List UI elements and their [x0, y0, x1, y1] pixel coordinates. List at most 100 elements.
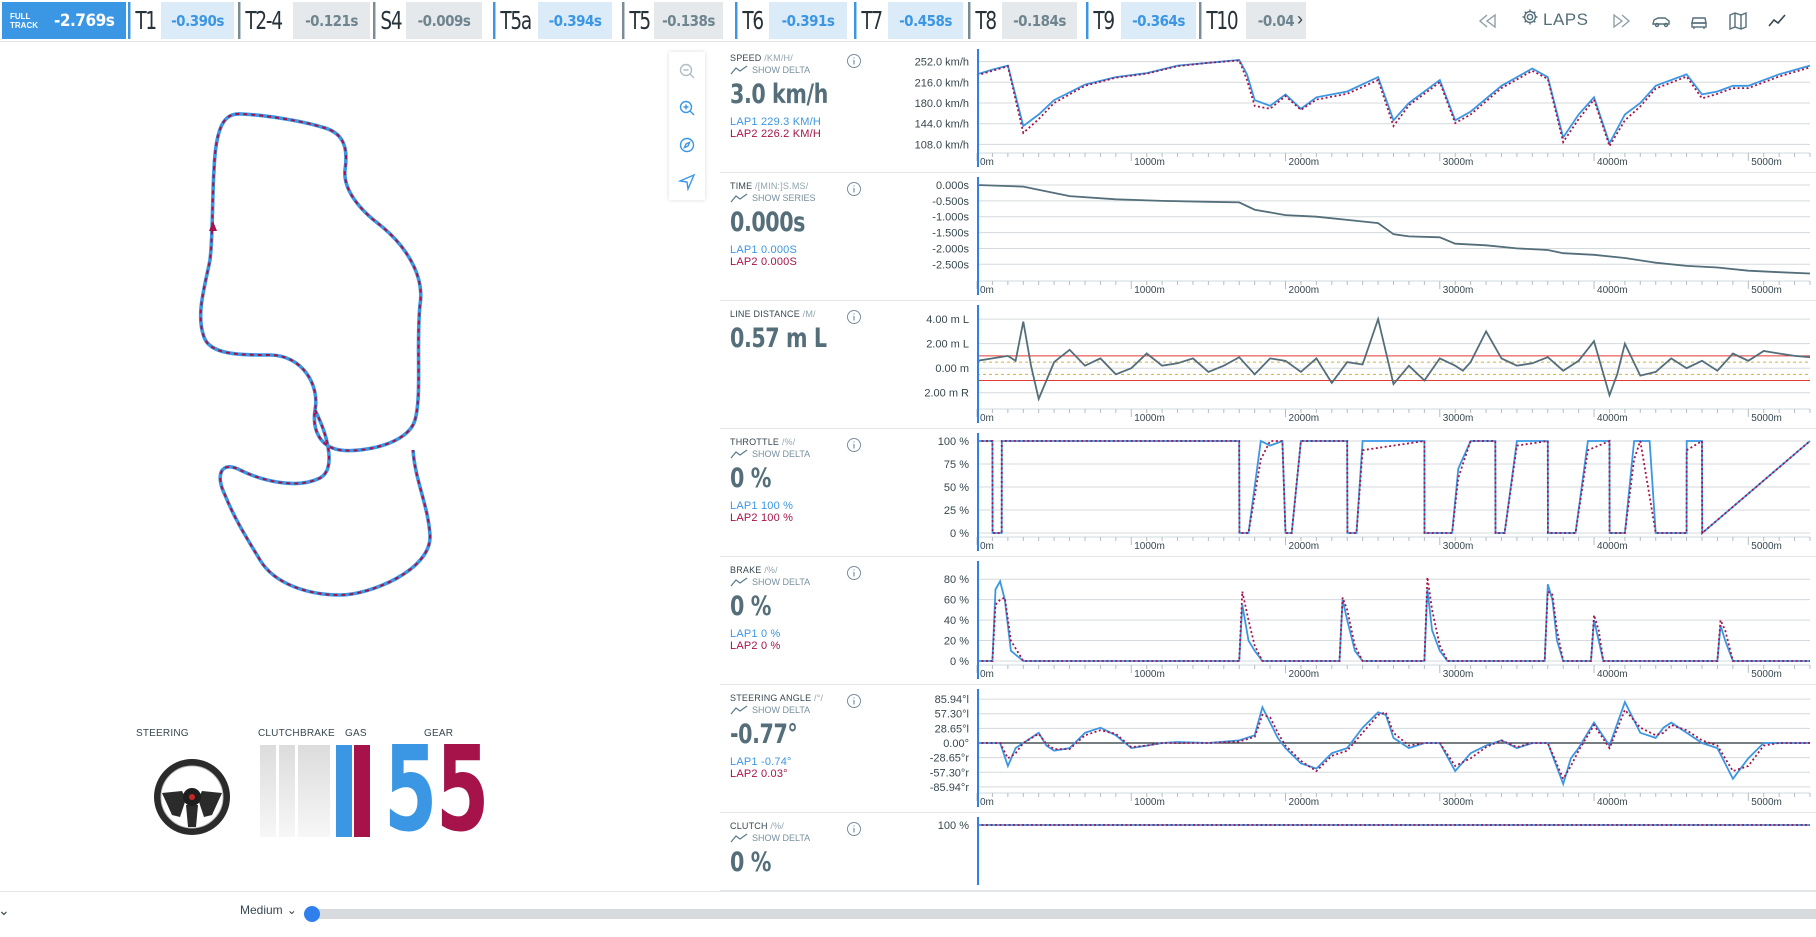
chart-steering[interactable]: 85.94°l 57.30°l 28.65°l 0.00° -28.65°r -57.30…	[860, 685, 1816, 813]
track-outline	[198, 112, 432, 597]
channel-value: 0 %	[730, 463, 771, 494]
y-tick-label: 216.0 km/h	[915, 77, 969, 89]
track-map[interactable]	[0, 42, 660, 692]
y-tick-label: 60 %	[944, 595, 969, 607]
y-tick-label: 2.00 m R	[924, 388, 969, 400]
y-tick-label: 57.30°l	[935, 709, 969, 721]
y-tick-label: -2.000s	[932, 243, 969, 255]
x-tick-label: 2000m	[1289, 157, 1320, 168]
x-tick-label: 2000m	[1289, 413, 1320, 424]
y-tick-label: 0.000s	[936, 180, 970, 192]
sector-s4[interactable]: S4 -0.009s	[373, 2, 482, 39]
series-lap1	[977, 578, 1810, 662]
lap1-value: LAP1 0 %	[730, 628, 781, 640]
skip-forward-icon[interactable]	[1610, 10, 1632, 32]
x-tick-label: 0m	[980, 669, 994, 680]
lap2-value: LAP2 0.03°	[730, 768, 788, 780]
y-tick-label: 108.0 km/h	[915, 139, 969, 151]
chart-line[interactable]: 4.00 m L 2.00 m L 0.00 m 2.00 m R 0m 1000m 200…	[860, 301, 1816, 429]
y-tick-label: 252.0 km/h	[915, 57, 969, 69]
compass-icon[interactable]	[669, 126, 705, 163]
chart-throttle[interactable]: 100 % 75 % 50 % 25 % 0 % 0m 1000m 2000m 3000m 400…	[860, 429, 1816, 557]
trend-icon	[730, 705, 748, 715]
map-tools	[669, 52, 705, 200]
x-tick-label: 4000m	[1597, 157, 1628, 168]
series-lap2	[977, 708, 1810, 781]
sector-t7[interactable]: T7 -0.458s	[854, 2, 963, 39]
channel-line: LINE DISTANCE /M/0.57 m L 4.00 m L 2.00 m …	[720, 301, 1816, 429]
gear-lap2: 5	[436, 720, 490, 858]
car-front-icon[interactable]	[1688, 10, 1710, 32]
x-tick-label: 2000m	[1289, 541, 1320, 552]
y-tick-label: 180.0 km/h	[915, 98, 969, 110]
sector-delta: -0.390s	[161, 2, 234, 39]
steering-label: STEERING	[136, 728, 189, 739]
lap1-value: LAP1 229.3 KM/H	[730, 116, 822, 128]
channel-steering: STEERING ANGLE /°/SHOW DELTA -0.77° LAP1 -…	[720, 685, 1816, 813]
trend-icon	[730, 577, 748, 587]
gear-icon	[1521, 8, 1539, 31]
chart-time[interactable]: -2.500s -2.000s -1.500s -1.000s -0.500s 0.000…	[860, 173, 1816, 301]
y-tick-label: 4.00 m L	[926, 314, 969, 326]
y-tick-label: 80 %	[944, 574, 969, 586]
x-tick-label: 5000m	[1751, 541, 1782, 552]
y-tick-label: 100 %	[938, 820, 969, 832]
x-tick-label: 5000m	[1751, 157, 1782, 168]
playback-footer: ⌄ Medium ⌄	[0, 891, 1816, 937]
sector-t1[interactable]: T1 -0.390s	[128, 2, 234, 39]
car-side-icon[interactable]	[1650, 10, 1672, 32]
y-tick-label: -1.000s	[932, 212, 969, 224]
chevron-down-icon[interactable]: ⌄	[0, 902, 10, 919]
chevron-right-icon[interactable]: ›	[1297, 9, 1303, 30]
chart-clutch[interactable]: 100 %	[860, 813, 1816, 891]
brake-label: BRAKE	[300, 728, 335, 739]
chart-speed[interactable]: 252.0 km/h 216.0 km/h 180.0 km/h 144.0 km/h…	[860, 45, 1816, 173]
map-icon[interactable]	[1727, 10, 1749, 32]
x-tick-label: 0m	[980, 285, 994, 296]
sector-name: S4	[373, 2, 406, 39]
y-tick-label: -1.500s	[932, 228, 969, 240]
chevron-down-icon: ⌄	[286, 903, 297, 917]
sector-t10[interactable]: T10 -0.04	[1199, 2, 1306, 39]
sector-t2-4[interactable]: T2-4 -0.121s	[238, 2, 370, 39]
zoom-out-icon[interactable]	[669, 52, 705, 89]
x-tick-label: 5000m	[1751, 797, 1782, 808]
lap2-value: LAP2 0.000S	[730, 256, 798, 268]
trend-icon	[730, 449, 748, 459]
series-lap2	[977, 577, 1810, 662]
laps-button[interactable]: LAPS	[1521, 8, 1588, 31]
y-tick-label: 25 %	[944, 505, 969, 517]
y-tick-label: 0 %	[950, 528, 969, 540]
sector-t9[interactable]: T9 -0.364s	[1086, 2, 1196, 39]
sector-name: T10	[1199, 2, 1246, 39]
trend-icon	[730, 65, 748, 75]
full-track-sector[interactable]: FULL TRACK -2.769s	[2, 2, 126, 39]
channel-value: 0 %	[730, 847, 771, 878]
sector-name: T6	[735, 2, 769, 39]
sector-t8[interactable]: T8 -0.184s	[968, 2, 1077, 39]
y-tick-label: -2.500s	[932, 259, 969, 271]
y-tick-label: -57.30°r	[930, 767, 970, 779]
sector-name: T1	[128, 2, 161, 39]
chart-brake[interactable]: 80 % 60 % 40 % 20 % 0 % 0m 1000m 2000m 3000m 4000…	[860, 557, 1816, 685]
playback-speed-select[interactable]: Medium ⌄	[240, 903, 297, 917]
channel-time: TIME /[MIN:]S.MS/SHOW SERIES 0.000s LAP1 0…	[720, 173, 1816, 301]
x-tick-label: 2000m	[1289, 285, 1320, 296]
playback-scrubber[interactable]	[310, 909, 1816, 919]
y-tick-label: 50 %	[944, 482, 969, 494]
y-tick-label: 100 %	[938, 436, 969, 448]
x-tick-label: 3000m	[1443, 285, 1474, 296]
zoom-in-icon[interactable]	[669, 89, 705, 126]
sector-t5a[interactable]: T5a -0.394s	[493, 2, 612, 39]
lap1-value: LAP1 -0.74°	[730, 756, 792, 768]
sector-t6[interactable]: T6 -0.391s	[735, 2, 847, 39]
x-tick-label: 0m	[980, 413, 994, 424]
playback-scrubber-knob[interactable]	[304, 906, 320, 922]
y-tick-label: 2.00 m L	[926, 339, 969, 351]
navigate-icon[interactable]	[669, 163, 705, 200]
skip-back-icon[interactable]	[1477, 10, 1499, 32]
x-tick-label: 4000m	[1597, 797, 1628, 808]
chart-line-icon[interactable]	[1766, 10, 1788, 32]
sector-t5[interactable]: T5 -0.138s	[622, 2, 723, 39]
sector-delta: -0.138s	[654, 2, 723, 39]
